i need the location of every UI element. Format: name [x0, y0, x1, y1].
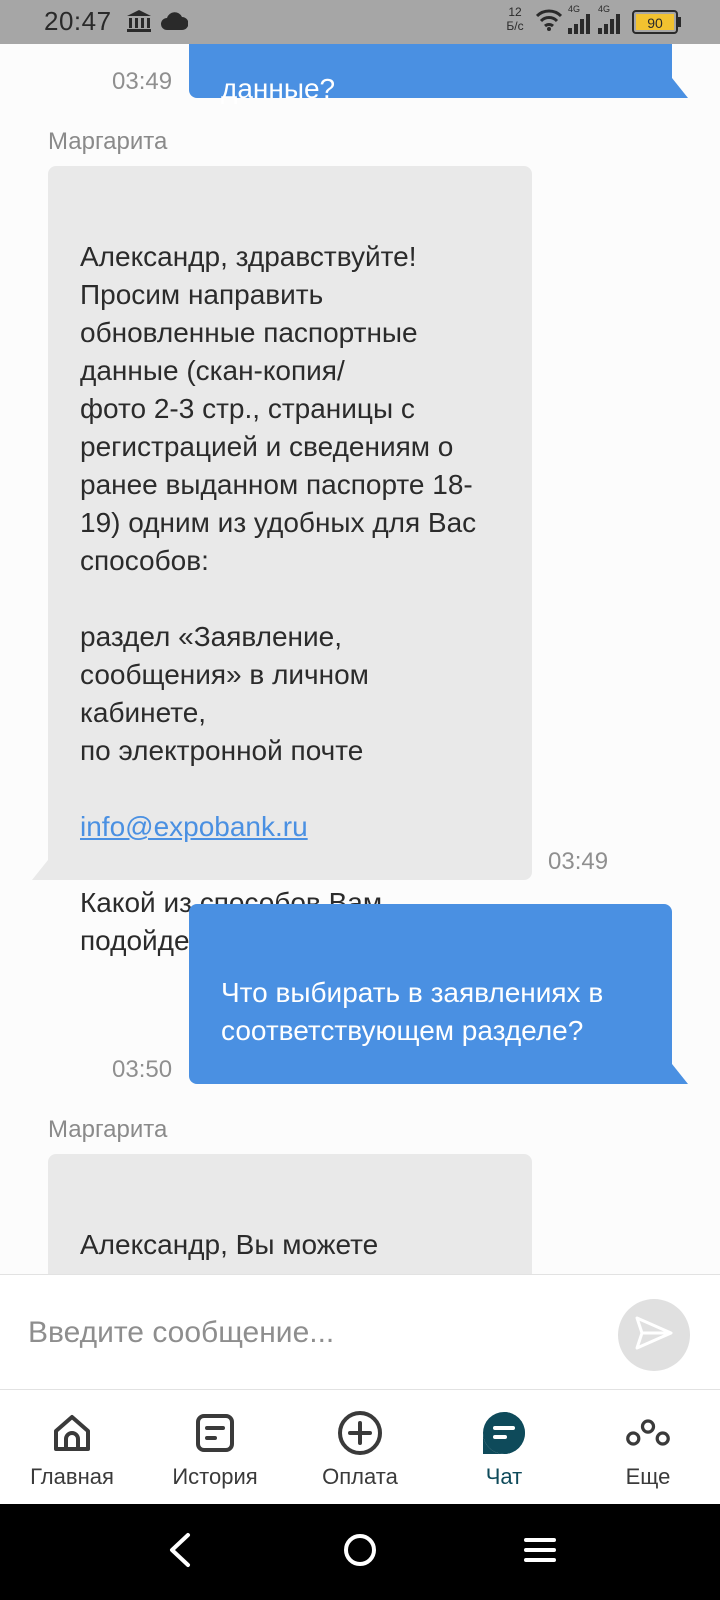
- nav-item-payment[interactable]: Оплата: [290, 1390, 430, 1504]
- sender-name: Маргарита: [48, 128, 168, 155]
- outgoing-message: данные?: [189, 44, 672, 104]
- chat-icon: [481, 1410, 527, 1456]
- bubble-tail: [672, 1064, 688, 1084]
- bottom-navigation: Главная История Оплата Чат Еще: [0, 1390, 720, 1504]
- svg-text:4G: 4G: [598, 4, 610, 14]
- nav-label: История: [172, 1464, 258, 1489]
- send-icon: [634, 1315, 674, 1356]
- email-link[interactable]: info@expobank.ru: [80, 811, 308, 842]
- message-time: 03:49: [548, 848, 609, 875]
- nav-label: Еще: [625, 1464, 671, 1489]
- svg-text:4G: 4G: [568, 4, 580, 14]
- wifi-icon: [535, 8, 563, 37]
- more-icon: [625, 1410, 671, 1456]
- nav-item-more[interactable]: Еще: [578, 1390, 718, 1504]
- home-button[interactable]: [340, 1532, 380, 1572]
- plus-circle-icon: [337, 1410, 383, 1456]
- send-button[interactable]: [618, 1299, 690, 1371]
- home-icon: [49, 1410, 95, 1456]
- composer: [0, 1274, 720, 1390]
- nav-item-chat[interactable]: Чат: [434, 1390, 574, 1504]
- bank-icon: [126, 8, 152, 39]
- recents-button[interactable]: [520, 1532, 560, 1572]
- message-time: 03:50: [112, 1056, 173, 1083]
- nav-label: Главная: [30, 1464, 114, 1489]
- status-bar: 20:47 12 Б/с 4G 4G 90: [0, 0, 720, 44]
- sender-name: Маргарита: [48, 1116, 168, 1143]
- signal-icon-1: 4G: [566, 4, 592, 41]
- signal-icon-2: 4G: [596, 4, 622, 41]
- chat-area[interactable]: данные? 03:49 Маргарита Александр, здрав…: [0, 44, 720, 1274]
- status-time: 20:47: [44, 6, 112, 36]
- back-button[interactable]: [160, 1532, 200, 1572]
- nav-label: Чат: [485, 1464, 523, 1489]
- nav-item-home[interactable]: Главная: [2, 1390, 142, 1504]
- menu-icon: [523, 1535, 557, 1570]
- history-icon: [192, 1410, 238, 1456]
- network-speed: 12 Б/с: [506, 5, 524, 33]
- message-input[interactable]: [28, 1305, 588, 1361]
- bubble-tail: [672, 78, 688, 98]
- system-navigation-bar: [0, 1504, 720, 1600]
- back-icon: [166, 1532, 194, 1573]
- battery-icon: 90: [632, 10, 682, 39]
- svg-text:90: 90: [647, 15, 663, 31]
- outgoing-message: Что выбирать в заявлениях в соответствую…: [189, 904, 672, 1084]
- circle-icon: [342, 1532, 378, 1573]
- bubble-tail: [32, 860, 48, 880]
- incoming-message: Александр, здравствуйте! Просим направит…: [48, 166, 532, 956]
- nav-item-history[interactable]: История: [145, 1390, 285, 1504]
- incoming-message: Александр, Вы можете направить через: [48, 1154, 532, 1274]
- nav-label: Оплата: [322, 1464, 398, 1489]
- cloud-icon: [160, 10, 189, 37]
- message-time: 03:49: [112, 68, 173, 95]
